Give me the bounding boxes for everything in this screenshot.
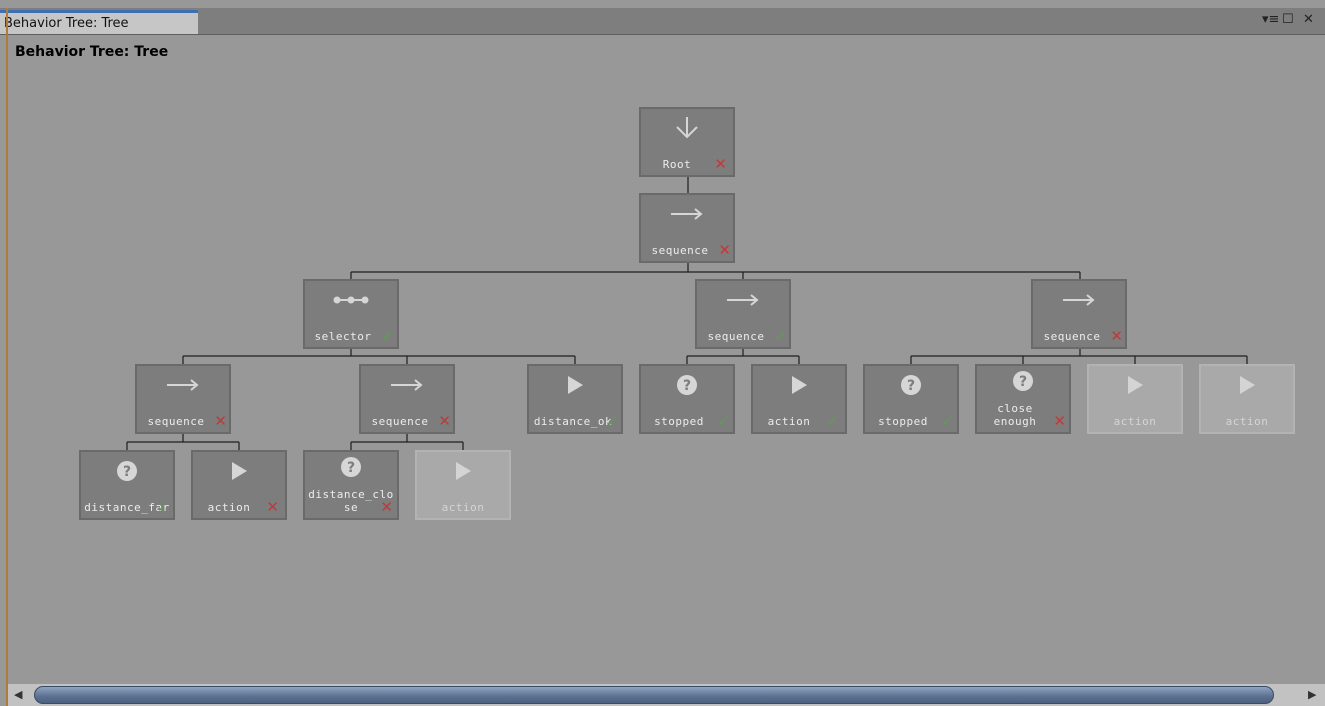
- check-icon: ✓: [826, 412, 839, 430]
- arrow-right-icon: [697, 287, 789, 313]
- tree-node-condition[interactable]: ? distance_far ✓: [79, 450, 175, 520]
- tree-node-condition[interactable]: ? stopped ✓: [863, 364, 959, 434]
- arrow-right-icon: [137, 372, 229, 398]
- tree-node-sequence[interactable]: sequence ✓: [695, 279, 791, 349]
- question-icon: ?: [977, 370, 1069, 392]
- svg-text:?: ?: [683, 378, 691, 394]
- fail-icon: ✕: [380, 498, 393, 516]
- node-label: action: [1225, 415, 1269, 428]
- tree-node-root[interactable]: Root ✕: [639, 107, 735, 177]
- fail-icon: ✕: [266, 498, 279, 516]
- node-label: selector: [314, 330, 372, 343]
- question-icon: ?: [305, 456, 397, 478]
- tree-node-sequence[interactable]: sequence ✕: [359, 364, 455, 434]
- check-icon: ✓: [606, 412, 619, 430]
- node-label: action: [1113, 415, 1157, 428]
- scroll-right-icon[interactable]: ▶: [1308, 688, 1316, 701]
- check-icon: ✓: [381, 327, 394, 345]
- svg-text:?: ?: [907, 378, 915, 394]
- tree-node-action-inactive[interactable]: action: [1199, 364, 1295, 434]
- tree-node-selector[interactable]: selector ✓: [303, 279, 399, 349]
- node-label: stopped: [878, 415, 928, 428]
- tree-node-condition[interactable]: ? close enough ✕: [975, 364, 1071, 434]
- arrow-down-icon: [641, 115, 733, 141]
- node-label: Root: [662, 158, 692, 171]
- node-label: sequence: [1043, 330, 1101, 343]
- fail-icon: ✕: [438, 412, 451, 430]
- arrow-right-icon: [1033, 287, 1125, 313]
- question-icon: ?: [81, 458, 173, 484]
- tree-node-sequence[interactable]: sequence ✕: [135, 364, 231, 434]
- node-label: action: [207, 501, 251, 514]
- play-icon: [417, 458, 509, 484]
- svg-text:?: ?: [123, 464, 131, 480]
- fail-icon: ✕: [718, 241, 731, 259]
- play-icon: [1201, 372, 1293, 398]
- tree-connectors: [126, 177, 1248, 451]
- question-icon: ?: [641, 372, 733, 398]
- arrow-right-icon: [361, 372, 453, 398]
- check-icon: ✓: [717, 412, 730, 430]
- svg-text:?: ?: [1019, 374, 1027, 390]
- play-icon: [1089, 372, 1181, 398]
- fail-icon: ✕: [714, 155, 727, 173]
- tree-node-condition[interactable]: ? distance_clo se ✕: [303, 450, 399, 520]
- node-label: sequence: [707, 330, 765, 343]
- node-label: sequence: [147, 415, 205, 428]
- tree-node-action[interactable]: action ✕: [191, 450, 287, 520]
- fail-icon: ✕: [214, 412, 227, 430]
- node-label: stopped: [654, 415, 704, 428]
- play-icon: [193, 458, 285, 484]
- arrow-right-icon: [641, 201, 733, 227]
- scrollbar-thumb[interactable]: [34, 686, 1274, 704]
- behavior-tree-window: Behavior Tree: Tree ▾≡ ☐ ✕ Behavior Tree…: [0, 0, 1325, 706]
- tree-node-sequence[interactable]: sequence ✕: [639, 193, 735, 263]
- scroll-left-icon[interactable]: ◀: [14, 688, 22, 701]
- check-icon: ✓: [774, 327, 787, 345]
- node-label: distance_ok: [533, 415, 613, 428]
- tree-node-action-inactive[interactable]: action: [1087, 364, 1183, 434]
- svg-text:?: ?: [347, 460, 355, 476]
- check-icon: ✓: [941, 412, 954, 430]
- check-icon: ✓: [156, 498, 169, 516]
- node-label: sequence: [371, 415, 429, 428]
- tree-node-action-inactive[interactable]: action: [415, 450, 511, 520]
- tree-node-action[interactable]: action ✓: [751, 364, 847, 434]
- play-icon: [529, 372, 621, 398]
- question-icon: ?: [865, 372, 957, 398]
- fail-icon: ✕: [1053, 412, 1066, 430]
- tree-node-action[interactable]: distance_ok ✓: [527, 364, 623, 434]
- fail-icon: ✕: [1110, 327, 1123, 345]
- node-label: action: [767, 415, 811, 428]
- tree-node-condition[interactable]: ? stopped ✓: [639, 364, 735, 434]
- selector-icon: [305, 287, 397, 313]
- play-icon: [753, 372, 845, 398]
- tree-node-sequence[interactable]: sequence ✕: [1031, 279, 1127, 349]
- node-label: sequence: [651, 244, 709, 257]
- node-label: action: [441, 501, 485, 514]
- node-label: close enough: [993, 402, 1037, 428]
